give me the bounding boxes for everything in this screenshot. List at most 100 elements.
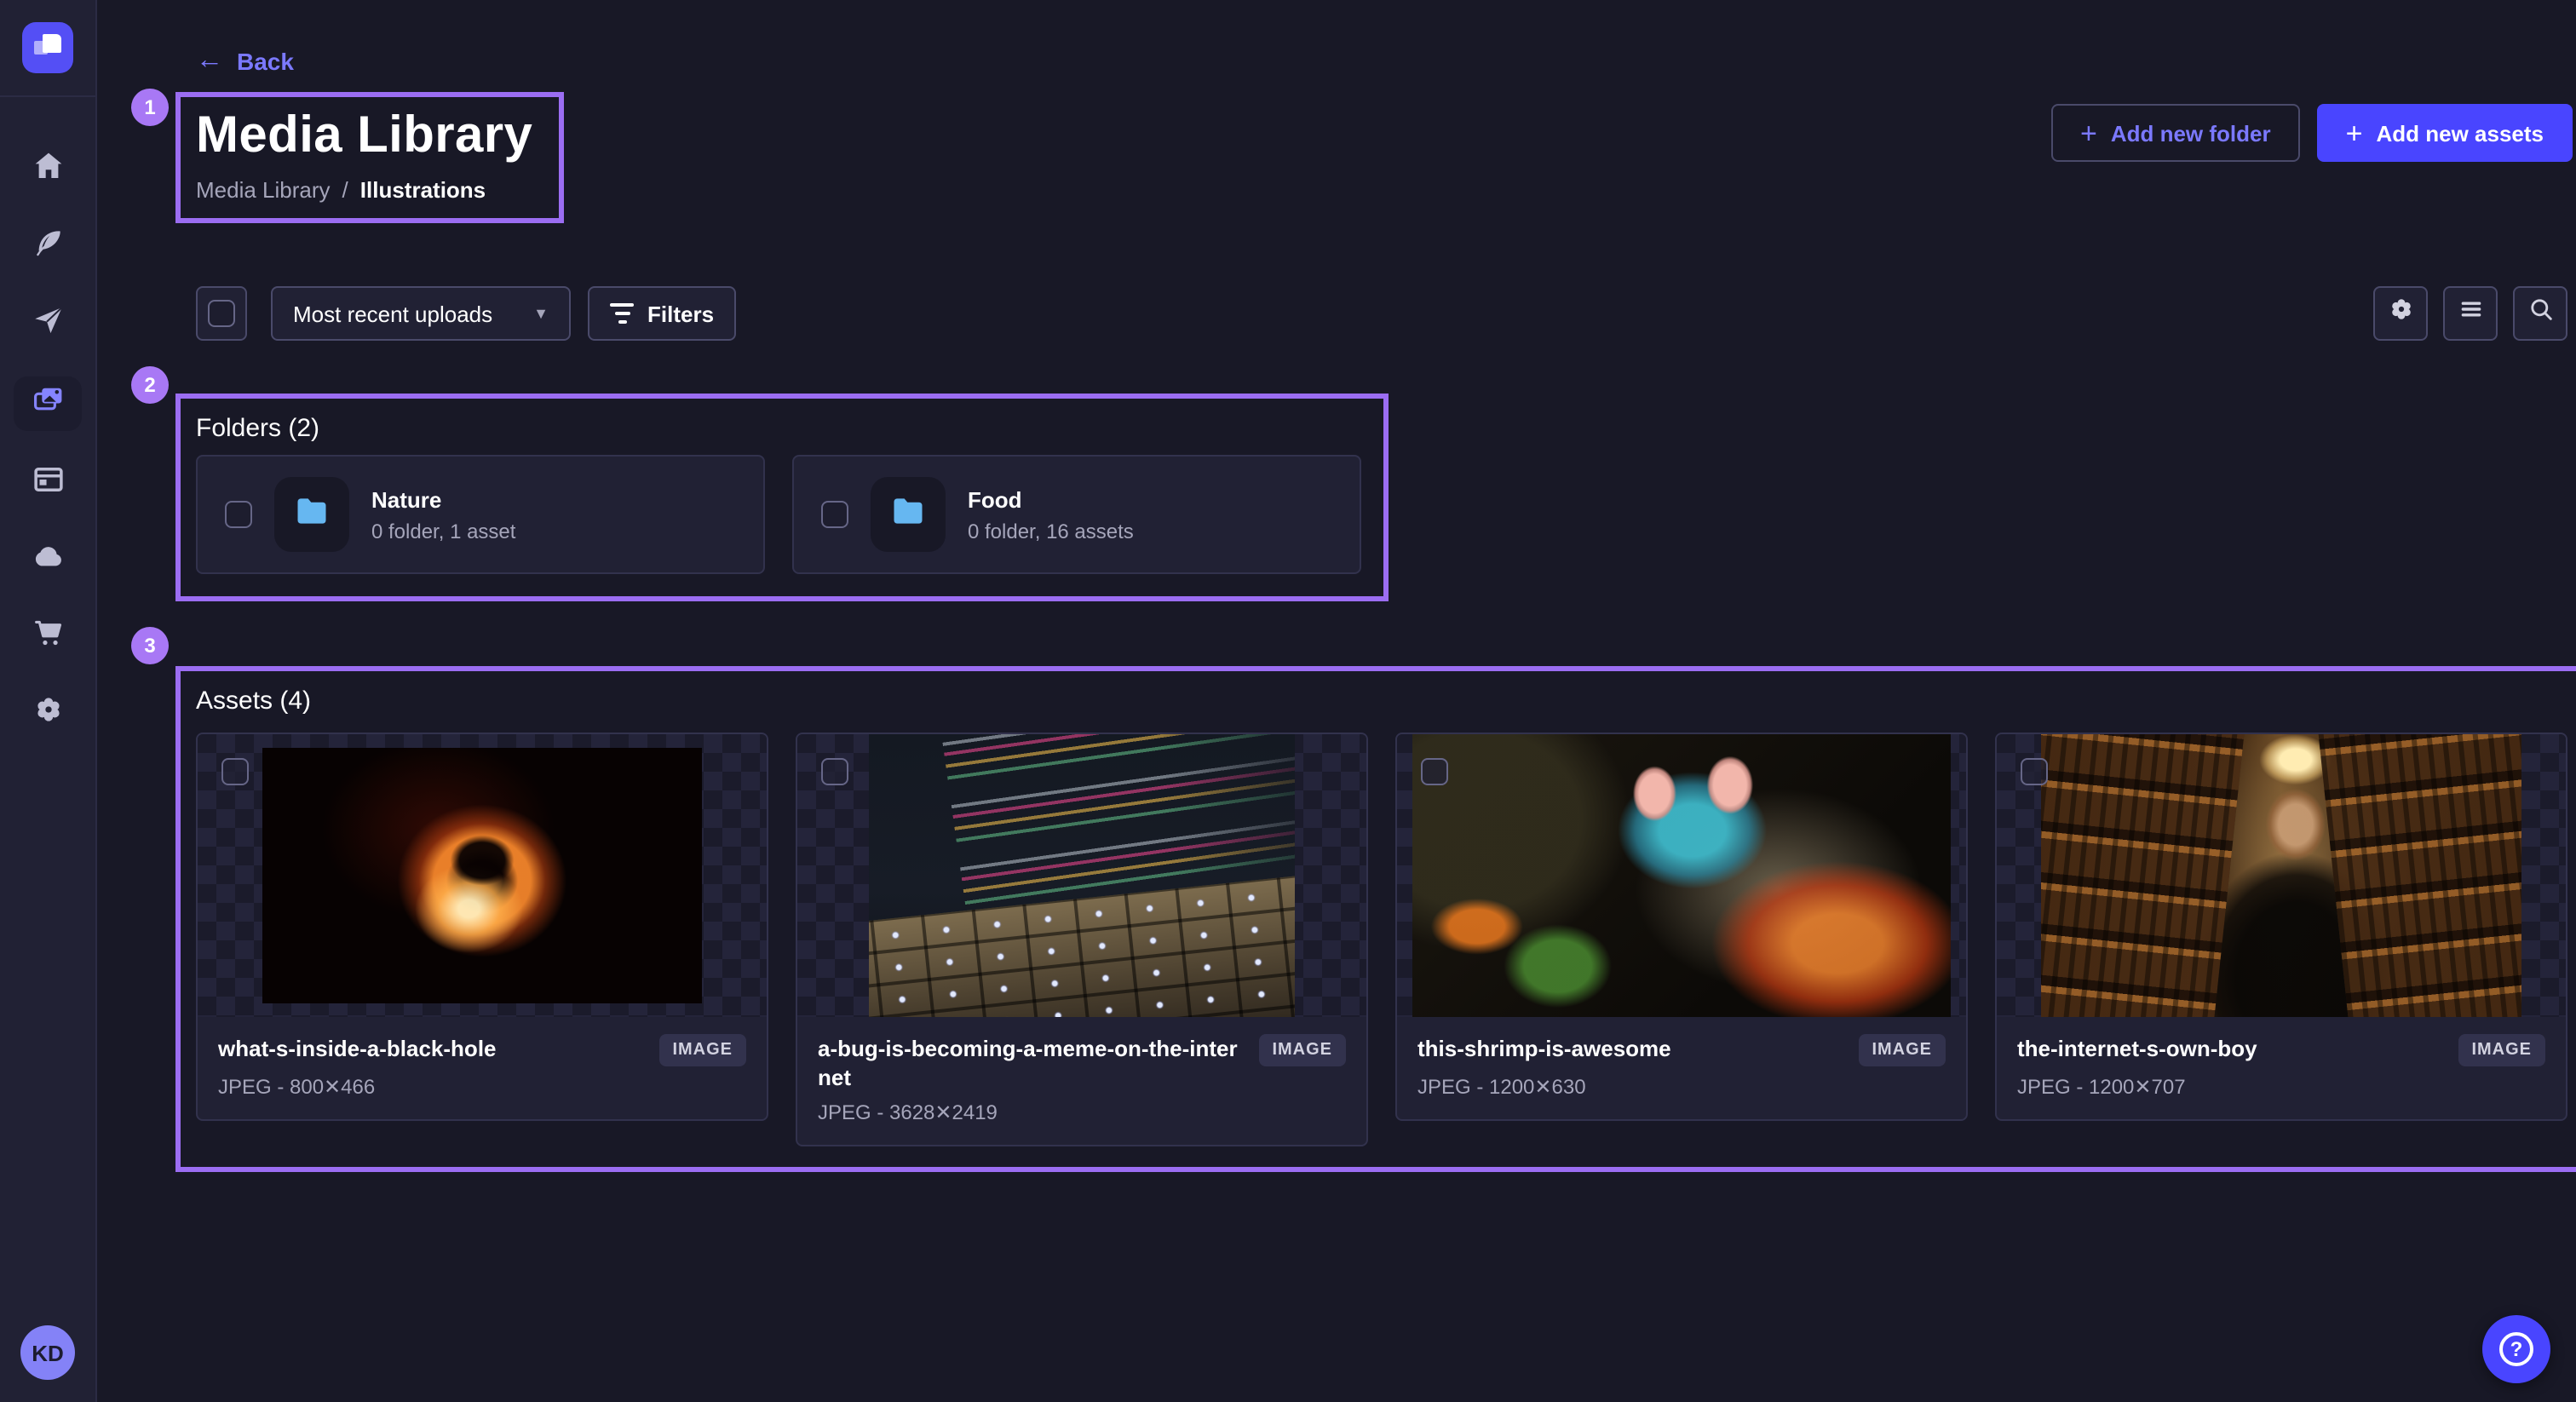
filters-button[interactable]: Filters xyxy=(588,286,736,341)
breadcrumb-parent[interactable]: Media Library xyxy=(196,177,331,203)
search-icon xyxy=(2526,295,2555,332)
assets-heading: Assets (4) xyxy=(196,685,2556,719)
user-avatar[interactable]: KD xyxy=(20,1325,75,1380)
list-view-button[interactable] xyxy=(2443,286,2498,341)
page-title: Media Library xyxy=(196,106,538,167)
asset-grid: what-s-inside-a-black-hole IMAGE JPEG - … xyxy=(196,733,2556,1146)
help-icon: ? xyxy=(2499,1332,2533,1366)
asset-name: a-bug-is-becoming-a-meme-on-the-internet xyxy=(818,1034,1241,1092)
asset-checkbox[interactable] xyxy=(1421,758,1448,785)
folder-icon xyxy=(889,491,927,537)
folder-checkbox[interactable] xyxy=(821,501,848,528)
header-actions: + Add new folder + Add new assets xyxy=(2051,104,2573,162)
back-arrow-icon: ← xyxy=(196,49,223,73)
asset-name: what-s-inside-a-black-hole xyxy=(218,1034,641,1063)
plus-icon: + xyxy=(2346,118,2363,147)
folder-info: Food 0 folder, 16 assets xyxy=(968,486,1134,543)
asset-footer: a-bug-is-becoming-a-meme-on-the-internet… xyxy=(797,1017,1366,1145)
add-new-folder-button[interactable]: + Add new folder xyxy=(2051,104,2300,162)
home-icon xyxy=(30,148,66,192)
folder-icon xyxy=(293,491,331,537)
sidebar-nav xyxy=(14,147,82,1325)
asset-type-badge: IMAGE xyxy=(658,1034,746,1066)
asset-checkbox[interactable] xyxy=(821,758,848,785)
sidebar-item-media-library[interactable] xyxy=(14,376,82,431)
add-assets-label: Add new assets xyxy=(2376,120,2544,146)
asset-thumbnail-black-hole xyxy=(262,748,702,1003)
gear-icon xyxy=(2386,295,2415,332)
folder-card-nature[interactable]: Nature 0 folder, 1 asset xyxy=(196,455,765,574)
help-button[interactable]: ? xyxy=(2482,1315,2550,1383)
annotation-badge-2: 2 xyxy=(131,366,169,404)
folder-card-food[interactable]: Food 0 folder, 16 assets xyxy=(792,455,1361,574)
header-row: Media Library Media Library / Illustrati… xyxy=(196,92,2576,223)
asset-preview[interactable] xyxy=(198,734,767,1017)
cloud-icon xyxy=(30,538,66,583)
folder-meta: 0 folder, 1 asset xyxy=(371,520,515,543)
breadcrumb-current: Illustrations xyxy=(360,177,486,203)
strapi-logo[interactable] xyxy=(22,22,73,73)
annotation-box-3: Assets (4) what-s-inside-a-black-hole IM… xyxy=(175,666,2576,1172)
view-options xyxy=(2373,286,2567,341)
asset-checkbox[interactable] xyxy=(2021,758,2048,785)
breadcrumb: Media Library / Illustrations xyxy=(196,177,538,203)
sidebar-item-content-manager[interactable] xyxy=(17,223,78,271)
layout-icon xyxy=(30,462,66,506)
folder-meta: 0 folder, 16 assets xyxy=(968,520,1134,543)
sidebar-item-home[interactable] xyxy=(17,147,78,194)
asset-name: the-internet-s-own-boy xyxy=(2017,1034,2441,1063)
annotation-badge-1: 1 xyxy=(131,89,169,126)
sidebar-item-releases[interactable] xyxy=(17,300,78,348)
folder-tile xyxy=(871,477,946,552)
asset-meta: JPEG - 1200✕630 xyxy=(1417,1075,1946,1099)
toolbar: Most recent uploads ▼ Filters xyxy=(196,286,2576,341)
paper-plane-icon xyxy=(30,302,66,346)
asset-type-badge: IMAGE xyxy=(1858,1034,1946,1066)
add-new-assets-button[interactable]: + Add new assets xyxy=(2317,104,2573,162)
asset-preview[interactable] xyxy=(1997,734,2566,1017)
sidebar-item-deploy[interactable] xyxy=(17,537,78,584)
asset-card-shrimp[interactable]: this-shrimp-is-awesome IMAGE JPEG - 1200… xyxy=(1395,733,1968,1121)
cart-icon xyxy=(30,615,66,659)
back-link[interactable]: ← Back xyxy=(196,48,315,75)
asset-meta: JPEG - 800✕466 xyxy=(218,1075,746,1099)
sidebar-item-settings[interactable] xyxy=(17,690,78,738)
select-all-checkbox-button[interactable] xyxy=(196,286,247,341)
list-icon xyxy=(2456,295,2485,332)
sidebar-item-marketplace[interactable] xyxy=(17,613,78,661)
search-button[interactable] xyxy=(2513,286,2567,341)
asset-card-internets-own-boy[interactable]: the-internet-s-own-boy IMAGE JPEG - 1200… xyxy=(1995,733,2567,1121)
asset-thumbnail-laptop-code xyxy=(869,734,1295,1017)
asset-preview[interactable] xyxy=(797,734,1366,1017)
asset-card-black-hole[interactable]: what-s-inside-a-black-hole IMAGE JPEG - … xyxy=(196,733,768,1121)
chevron-down-icon: ▼ xyxy=(533,305,549,322)
plus-icon: + xyxy=(2080,118,2097,147)
app-root: KD ← Back Media Library Media Library / … xyxy=(0,0,2576,1402)
asset-footer: this-shrimp-is-awesome IMAGE JPEG - 1200… xyxy=(1397,1017,1966,1119)
sort-dropdown[interactable]: Most recent uploads ▼ xyxy=(271,286,571,341)
gear-icon xyxy=(30,692,66,736)
asset-thumbnail-library-portrait xyxy=(2041,734,2521,1017)
breadcrumb-separator: / xyxy=(342,177,348,203)
asset-meta: JPEG - 3628✕2419 xyxy=(818,1100,1346,1124)
annotation-badge-3: 3 xyxy=(131,627,169,664)
folder-list: Nature 0 folder, 1 asset Food 0 folder, … xyxy=(196,455,1361,574)
annotation-box-2: Folders (2) Nature 0 folder, 1 asset xyxy=(175,394,1389,601)
asset-preview[interactable] xyxy=(1397,734,1966,1017)
select-all-checkbox[interactable] xyxy=(208,300,235,327)
asset-checkbox[interactable] xyxy=(221,758,249,785)
folder-name: Food xyxy=(968,486,1134,514)
asset-footer: what-s-inside-a-black-hole IMAGE JPEG - … xyxy=(198,1017,767,1119)
asset-name: this-shrimp-is-awesome xyxy=(1417,1034,1841,1063)
asset-card-bug-meme[interactable]: a-bug-is-becoming-a-meme-on-the-internet… xyxy=(796,733,1368,1146)
back-label: Back xyxy=(237,48,294,75)
filters-label: Filters xyxy=(647,301,714,326)
annotation-box-1: Media Library Media Library / Illustrati… xyxy=(175,92,564,223)
folder-tile xyxy=(274,477,349,552)
main-content: ← Back Media Library Media Library / Ill… xyxy=(97,0,2576,1402)
folder-checkbox[interactable] xyxy=(225,501,252,528)
asset-meta: JPEG - 1200✕707 xyxy=(2017,1075,2545,1099)
sidebar-item-content-type-builder[interactable] xyxy=(17,460,78,508)
grid-settings-button[interactable] xyxy=(2373,286,2428,341)
asset-thumbnail-mantis-shrimp xyxy=(1412,734,1951,1017)
